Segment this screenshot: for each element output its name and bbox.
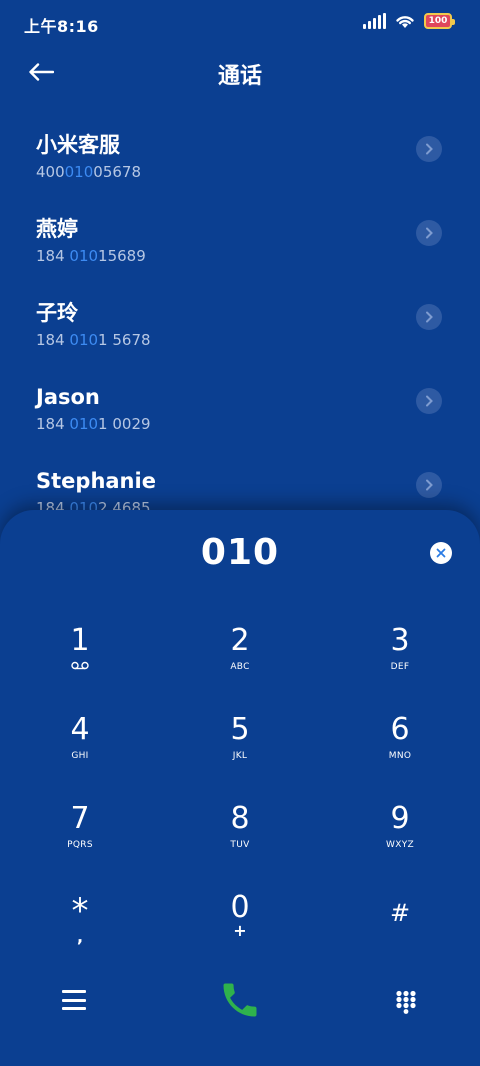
- chevron-right-icon: [426, 395, 433, 407]
- status-time: 上午8:16: [24, 17, 99, 36]
- key-letters: MNO: [388, 751, 412, 761]
- list-item[interactable]: 子玲 184 0101 5678: [0, 292, 480, 376]
- key-letters: ABC: [230, 662, 250, 672]
- keypad: 1 2 ABC 3 DEF 4 GHI 5 JKL 6 MNO 7 PQRS 8…: [0, 620, 480, 976]
- wifi-icon: [396, 16, 414, 28]
- list-item[interactable]: 小米客服 40001005678: [0, 124, 480, 208]
- chevron-right-icon: [426, 479, 433, 491]
- key-star[interactable]: * ,: [0, 887, 160, 976]
- call-button[interactable]: [218, 978, 262, 1022]
- key-letters: DEF: [390, 662, 410, 672]
- key-letters: ,: [76, 927, 84, 946]
- phone-icon: [223, 983, 257, 1017]
- contact-name: 燕婷: [36, 217, 78, 241]
- signal-icon: [363, 13, 386, 29]
- key-digit: 7: [70, 801, 90, 836]
- header: 通话: [0, 46, 480, 100]
- contact-detail-button[interactable]: [416, 472, 442, 498]
- key-0[interactable]: 0 +: [160, 887, 320, 976]
- menu-icon: [62, 990, 86, 993]
- key-6[interactable]: 6 MNO: [320, 709, 480, 798]
- key-2[interactable]: 2 ABC: [160, 620, 320, 709]
- contact-number: 184 0101 5678: [36, 331, 151, 349]
- key-letters: GHI: [71, 751, 89, 761]
- key-digit: 5: [230, 712, 250, 747]
- contact-detail-button[interactable]: [416, 388, 442, 414]
- key-3[interactable]: 3 DEF: [320, 620, 480, 709]
- key-9[interactable]: 9 WXYZ: [320, 798, 480, 887]
- chevron-right-icon: [426, 311, 433, 323]
- contact-name: Jason: [36, 385, 100, 409]
- key-digit: 0: [230, 890, 250, 925]
- chevron-right-icon: [426, 227, 433, 239]
- key-digit: 2: [230, 623, 250, 658]
- contact-number: 184 0101 0029: [36, 415, 151, 433]
- contact-number: 40001005678: [36, 163, 141, 181]
- key-digit: *: [71, 891, 89, 931]
- list-item[interactable]: 燕婷 184 01015689: [0, 208, 480, 292]
- contact-name: 子玲: [36, 301, 78, 325]
- contact-detail-button[interactable]: [416, 220, 442, 246]
- key-letters: WXYZ: [386, 840, 414, 850]
- key-7[interactable]: 7 PQRS: [0, 798, 160, 887]
- contact-name: 小米客服: [36, 133, 120, 157]
- key-letters: +: [233, 921, 247, 940]
- key-digit: 1: [70, 623, 90, 658]
- dialpad-icon: [396, 990, 416, 1014]
- close-icon: [436, 548, 446, 558]
- key-5[interactable]: 5 JKL: [160, 709, 320, 798]
- key-letters: JKL: [232, 751, 248, 761]
- key-digit: 4: [70, 712, 90, 747]
- key-digit: #: [389, 899, 411, 927]
- chevron-right-icon: [426, 143, 433, 155]
- key-1[interactable]: 1: [0, 620, 160, 709]
- key-8[interactable]: 8 TUV: [160, 798, 320, 887]
- key-letters: TUV: [230, 840, 250, 850]
- contact-name: Stephanie: [36, 469, 156, 493]
- dialer-panel: 010 1 2 ABC 3 DEF 4 GHI 5 JKL 6 MNO 7 PQ…: [0, 510, 480, 1066]
- list-item[interactable]: Stephanie 184 0102 4685: [0, 460, 480, 514]
- status-bar: 上午8:16 100: [0, 0, 480, 46]
- clear-button[interactable]: [430, 542, 452, 564]
- key-digit: 3: [390, 623, 410, 658]
- key-digit: 9: [390, 801, 410, 836]
- key-4[interactable]: 4 GHI: [0, 709, 160, 798]
- key-letters: PQRS: [67, 840, 93, 850]
- key-digit: 8: [230, 801, 250, 836]
- keypad-toggle-button[interactable]: [395, 990, 417, 1014]
- contact-list: 小米客服 40001005678 燕婷 184 01015689 子玲 184 …: [0, 124, 480, 514]
- page-title: 通话: [217, 64, 262, 89]
- battery-level: 100: [428, 15, 448, 26]
- list-item[interactable]: Jason 184 0101 0029: [0, 376, 480, 460]
- battery-icon: 100: [424, 13, 455, 29]
- status-icons: 100: [363, 13, 455, 29]
- contact-number: 184 01015689: [36, 247, 146, 265]
- menu-button[interactable]: [62, 990, 86, 1010]
- contact-detail-button[interactable]: [416, 304, 442, 330]
- voicemail-icon: [71, 661, 89, 670]
- dialer-bottom-bar: [0, 976, 480, 1046]
- key-digit: 6: [390, 712, 410, 747]
- key-hash[interactable]: #: [320, 887, 480, 976]
- dial-input[interactable]: 010: [0, 532, 480, 573]
- contact-detail-button[interactable]: [416, 136, 442, 162]
